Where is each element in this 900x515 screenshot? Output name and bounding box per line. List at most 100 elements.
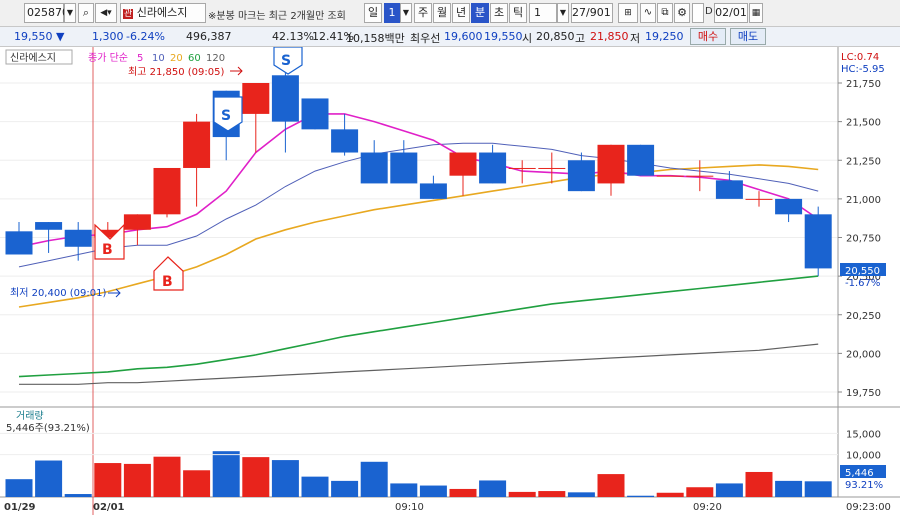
mark-notice: ※분봉 마크는 최근 2개월만 조회 [208, 11, 346, 22]
candle-body [538, 167, 566, 169]
volume-title[interactable]: 거래량 [16, 410, 44, 422]
volume-bar [745, 471, 773, 497]
speaker-icon[interactable]: ◀▾ [95, 3, 117, 23]
candle-body [242, 83, 270, 114]
price-tick-label: 21,000 [846, 195, 881, 206]
page-counter[interactable]: 27/901 [571, 3, 613, 23]
trade-amount: 10,158백만 [346, 32, 405, 45]
volume-bar [627, 495, 655, 497]
high-note: 최고 21,850 (09:05) [128, 66, 224, 78]
time-tick-label: 01/29 [4, 502, 36, 513]
ma10-legend[interactable]: 10 [152, 53, 165, 64]
date-input[interactable]: 02/01 [714, 3, 748, 23]
chart-line-icon[interactable]: ∿ [640, 3, 656, 23]
tab-tick[interactable]: 틱 [509, 3, 527, 23]
candle-body [64, 229, 92, 247]
volume-bar [508, 491, 536, 497]
volume-bar [153, 456, 181, 497]
tab-minute[interactable]: 분 [471, 3, 489, 23]
last-volume-rate: 93.21% [845, 480, 883, 491]
current-price: 19,550 ▼ [14, 30, 65, 43]
search-icon[interactable]: ⌕ [78, 3, 94, 23]
best-bid: 19,600 [444, 30, 483, 43]
ma5-legend[interactable]: 5 [137, 53, 143, 64]
tab-second[interactable]: 초 [490, 3, 508, 23]
candle-body [745, 198, 773, 200]
candle-body [301, 98, 329, 130]
buy-button[interactable]: 매수 [690, 28, 726, 45]
candle-body [479, 152, 507, 184]
svg-text:S: S [221, 108, 231, 124]
interval-input[interactable]: 1 [529, 3, 557, 23]
open-price: 20,850 [536, 30, 575, 43]
stock-chart: 21,75021,50021,25021,00020,75020,50020,2… [0, 47, 900, 515]
volume-bar [94, 463, 122, 497]
volume-note: 5,446주(93.21%) [6, 423, 90, 434]
date-checkbox[interactable] [692, 3, 704, 23]
volume-bar [804, 481, 832, 497]
volume-bar [597, 474, 625, 497]
gear-icon[interactable]: ⚙ [674, 3, 690, 23]
volume-bar [123, 463, 151, 497]
candle-body [686, 175, 714, 177]
stock-name: 신라에스지 [136, 6, 188, 19]
volume-bar [538, 491, 566, 497]
volume-tick-label: 15,000 [846, 429, 881, 440]
volume-bar [567, 492, 595, 497]
price-tick-label: 20,250 [846, 311, 881, 322]
ma60-legend[interactable]: 60 [188, 53, 201, 64]
ma120-legend[interactable]: 120 [206, 53, 225, 64]
day-count-dropdown[interactable]: ▼ [400, 3, 412, 23]
volume-bar [479, 480, 507, 497]
stock-code-value: 025870 [27, 6, 69, 19]
interval-dropdown[interactable]: ▼ [557, 3, 569, 23]
low-label: 저 [630, 32, 641, 45]
code-dropdown-button[interactable]: ▼ [64, 3, 76, 23]
volume-bar [775, 480, 803, 497]
calendar-icon[interactable]: ▦ [749, 3, 763, 23]
price-tick-label: 20,000 [846, 349, 881, 360]
candle-body [419, 183, 447, 199]
volume-bar [331, 480, 359, 497]
hc-value: HC:-5.95 [841, 64, 885, 75]
volume-tick-label: 10,000 [846, 451, 881, 462]
price-tick-label: 20,750 [846, 234, 881, 245]
ma-legend-label[interactable]: 종가 단순 [88, 52, 128, 64]
volume-bar [390, 483, 418, 497]
stock-name-field[interactable]: 관 신라에스지 [120, 3, 206, 23]
stock-code-input[interactable]: 025870 [24, 3, 69, 23]
volume-bar [715, 483, 743, 497]
price-tick-label: 21,250 [846, 156, 881, 167]
candle-body [597, 144, 625, 184]
volume-bar [35, 460, 63, 497]
volume-bar [212, 451, 240, 497]
low-note: 최저 20,400 (09:01) [10, 287, 106, 299]
candle-type-icon[interactable]: ⧉ [657, 3, 673, 23]
candle-body [360, 152, 388, 184]
high-label: 고 [575, 32, 586, 45]
day-count-input[interactable]: 1 [384, 3, 400, 23]
ma20-legend[interactable]: 20 [170, 53, 183, 64]
best-ask: 19,550 [484, 30, 523, 43]
tab-year[interactable]: 년 [452, 3, 470, 23]
indicator-settings-icon[interactable]: ⊞ [618, 3, 638, 23]
time-tick-label: 09:10 [395, 502, 424, 513]
candle-body [390, 152, 418, 184]
tab-week[interactable]: 주 [414, 3, 432, 23]
tab-month[interactable]: 월 [433, 3, 451, 23]
candle-body [271, 75, 299, 122]
high-price: 21,850 [590, 30, 629, 43]
last-price-value: 20,550 [845, 266, 880, 277]
time-tick-label: 02/01 [93, 502, 125, 513]
candle-body [35, 222, 63, 230]
last-volume-value: 5,446 [845, 468, 874, 479]
candle-body [508, 167, 536, 169]
volume-bar [271, 460, 299, 497]
sell-button[interactable]: 매도 [730, 28, 766, 45]
volume-bar [656, 492, 684, 497]
chart-name-label: 신라에스지 [10, 52, 56, 64]
tab-day[interactable]: 일 [364, 3, 382, 23]
candle-body [123, 214, 151, 230]
candle-body [804, 214, 832, 269]
candle-body [656, 175, 684, 177]
